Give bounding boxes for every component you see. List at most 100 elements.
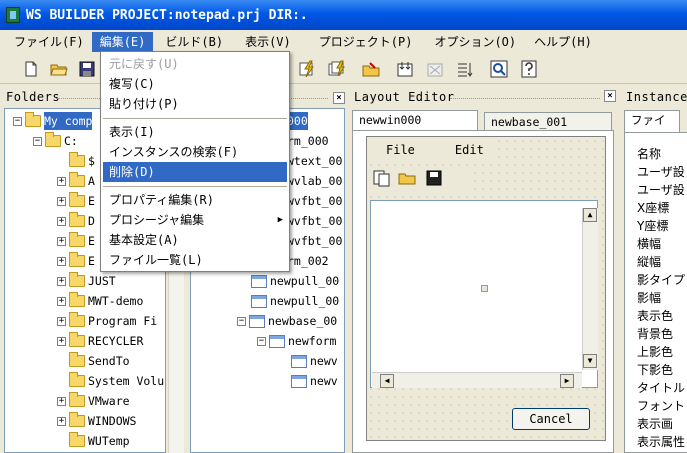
tree-item[interactable]: wvfbt_00 — [287, 212, 342, 230]
tab-newwin000[interactable]: newwin000 — [352, 110, 478, 132]
tree-item[interactable]: newpull_00 — [270, 292, 339, 310]
property-name[interactable]: 影タイプ — [637, 271, 685, 289]
property-name[interactable]: 影幅 — [637, 289, 661, 307]
cancel-button[interactable]: Cancel — [512, 408, 590, 430]
build-icon[interactable] — [296, 58, 318, 80]
tree-item[interactable]: newbase_00 — [268, 312, 337, 330]
disabled-tool-icon[interactable] — [424, 58, 446, 80]
menu-file[interactable]: ファイル(F) — [6, 32, 92, 52]
new-file-icon[interactable] — [20, 58, 42, 80]
tree-item[interactable]: JUST — [88, 272, 116, 290]
property-name[interactable]: 名称 — [637, 145, 661, 163]
preview-icon[interactable] — [488, 58, 510, 80]
tree-item[interactable]: newv — [310, 372, 338, 390]
menu-item-paste[interactable]: 貼り付け(P) — [103, 94, 287, 114]
expand-icon[interactable]: + — [57, 416, 66, 426]
menu-item-property-edit[interactable]: プロパティ編集(R) — [103, 190, 287, 210]
property-name[interactable]: 横幅 — [637, 235, 661, 253]
horizontal-scrollbar[interactable]: ◀ ▶ — [372, 372, 582, 388]
property-name[interactable]: 表示属性 — [637, 433, 685, 451]
help-icon[interactable] — [518, 58, 540, 80]
menu-view[interactable]: 表示(V) — [237, 32, 299, 52]
expand-icon[interactable]: + — [57, 296, 66, 306]
tab-newbase-001[interactable]: newbase_001 — [484, 112, 612, 132]
tree-item[interactable]: RECYCLER — [88, 332, 143, 350]
expand-icon[interactable]: + — [57, 276, 66, 286]
tree-item[interactable]: SendTo — [88, 352, 130, 370]
property-name[interactable]: 上影色 — [637, 343, 673, 361]
expand-icon[interactable]: + — [57, 256, 66, 266]
menu-item-delete[interactable]: 削除(D) — [103, 162, 287, 182]
property-name[interactable]: 背景色 — [637, 325, 673, 343]
menu-edit[interactable]: 編集(E) — [91, 32, 154, 52]
tree-item[interactable]: VMware — [88, 392, 130, 410]
tree-item[interactable]: 000 — [287, 112, 308, 130]
save-icon[interactable] — [76, 58, 98, 80]
property-name[interactable]: Y座標 — [637, 217, 668, 235]
tree-item[interactable]: wvfbt_00 — [287, 232, 342, 250]
collapse-icon[interactable]: − — [257, 336, 266, 346]
property-name[interactable]: タイトル — [637, 379, 685, 397]
menu-item-undo[interactable]: 元に戻す(U) — [103, 54, 287, 74]
close-icon[interactable]: × — [333, 92, 345, 104]
collapse-icon[interactable]: − — [13, 116, 22, 126]
expand-icon[interactable]: + — [57, 216, 66, 226]
menu-item-file-list[interactable]: ファイル一覧(L) — [103, 250, 287, 270]
scroll-down-icon[interactable]: ▼ — [583, 354, 597, 368]
open-folder-icon[interactable] — [48, 58, 70, 80]
scroll-right-icon[interactable]: ▶ — [560, 374, 574, 388]
tree-item[interactable]: E — [88, 252, 95, 270]
menu-help[interactable]: ヘルプ(H) — [526, 32, 600, 52]
form-menu-edit[interactable]: Edit — [455, 140, 484, 160]
save-icon[interactable] — [424, 169, 444, 190]
tree-item[interactable]: newv — [310, 352, 338, 370]
tree-item[interactable]: wvfbt_00 — [287, 192, 342, 210]
expand-icon[interactable]: + — [57, 196, 66, 206]
import-icon[interactable] — [394, 58, 416, 80]
tab-file[interactable]: ファイル — [624, 110, 680, 145]
collapse-icon[interactable]: − — [33, 136, 42, 146]
tree-item[interactable]: C: — [64, 132, 78, 150]
scroll-up-icon[interactable]: ▲ — [583, 208, 597, 222]
vertical-scrollbar[interactable]: ▲ ▼ — [582, 208, 598, 370]
tree-item[interactable]: E — [88, 232, 95, 250]
tree-item[interactable]: $ — [88, 152, 95, 170]
menu-item-basic-settings[interactable]: 基本設定(A) — [103, 230, 287, 250]
tree-item[interactable]: System Volu — [88, 372, 164, 390]
tree-item[interactable]: rm_002 — [287, 252, 329, 270]
expand-icon[interactable]: + — [57, 236, 66, 246]
expand-icon[interactable]: + — [57, 176, 66, 186]
tree-item[interactable]: My comp — [44, 112, 93, 130]
form-menu-file[interactable]: File — [386, 140, 415, 160]
tree-item[interactable]: wvlab_00 — [287, 172, 342, 190]
resize-handle[interactable] — [481, 285, 488, 292]
tree-item[interactable]: newform — [288, 332, 336, 350]
menu-item-show[interactable]: 表示(I) — [103, 122, 287, 142]
expand-icon[interactable]: + — [57, 396, 66, 406]
build-all-icon[interactable] — [326, 58, 348, 80]
tree-item[interactable]: newpull_00 — [270, 272, 339, 290]
property-name[interactable]: 表示画 — [637, 415, 673, 433]
menu-item-find-instance[interactable]: インスタンスの検索(F) — [103, 142, 287, 162]
menu-options[interactable]: オプション(O) — [426, 32, 524, 52]
property-name[interactable]: ユーザ設 — [637, 163, 685, 181]
property-name[interactable]: フォント — [637, 397, 685, 415]
tree-item[interactable]: WUTemp — [88, 432, 130, 450]
property-name[interactable]: X座標 — [637, 199, 669, 217]
menu-build[interactable]: ビルド(B) — [157, 32, 231, 52]
scroll-left-icon[interactable]: ◀ — [380, 374, 394, 388]
property-name[interactable]: 下影色 — [637, 361, 673, 379]
property-name[interactable]: 縦幅 — [637, 253, 661, 271]
expand-icon[interactable]: + — [57, 316, 66, 326]
tree-item[interactable]: Program Fi — [88, 312, 157, 330]
property-name[interactable]: 表示色 — [637, 307, 673, 325]
close-icon[interactable]: × — [604, 90, 616, 102]
property-name[interactable]: ユーザ設 — [637, 181, 685, 199]
collapse-icon[interactable]: − — [237, 316, 246, 326]
open-folder-icon[interactable] — [398, 169, 418, 190]
tree-item[interactable]: A — [88, 172, 95, 190]
tree-item[interactable]: E — [88, 192, 95, 210]
new-file-icon[interactable] — [372, 169, 392, 190]
expand-icon[interactable]: + — [57, 336, 66, 346]
tree-item[interactable]: wtext_00 — [287, 152, 342, 170]
